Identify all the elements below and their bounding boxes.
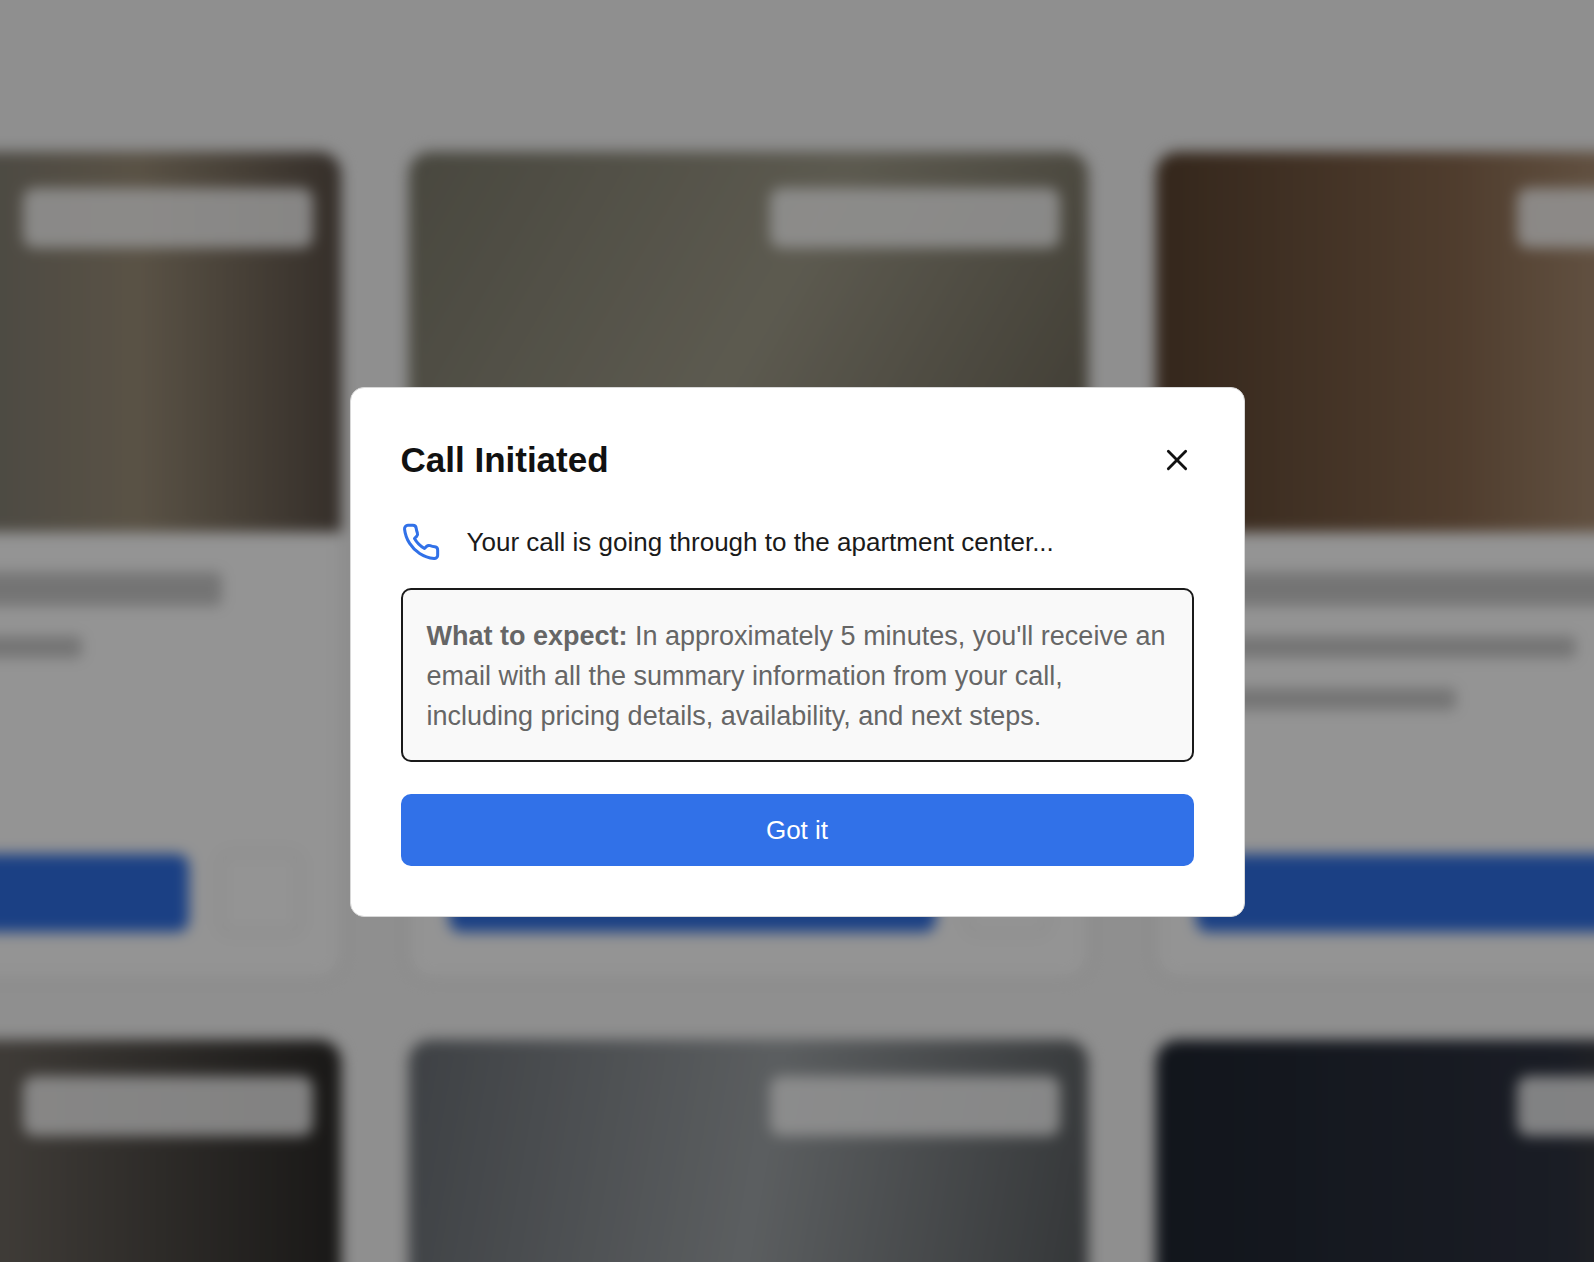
dialog-title: Call Initiated	[401, 440, 609, 480]
expectation-box: What to expect: In approximately 5 minut…	[401, 588, 1194, 762]
page: Call Initiated Your call is going through…	[0, 0, 1594, 1262]
dialog-header: Call Initiated	[401, 440, 1194, 480]
call-message: Your call is going through to the apartm…	[467, 527, 1054, 558]
close-icon	[1164, 447, 1190, 473]
call-dialog: Call Initiated Your call is going through…	[350, 387, 1245, 917]
modal-overlay: Call Initiated Your call is going through…	[0, 0, 1594, 1262]
phone-icon	[401, 522, 441, 562]
got-it-button[interactable]: Got it	[401, 794, 1194, 866]
close-button[interactable]	[1160, 443, 1194, 477]
expectation-label: What to expect:	[427, 621, 628, 651]
call-status: Your call is going through to the apartm…	[401, 522, 1194, 562]
